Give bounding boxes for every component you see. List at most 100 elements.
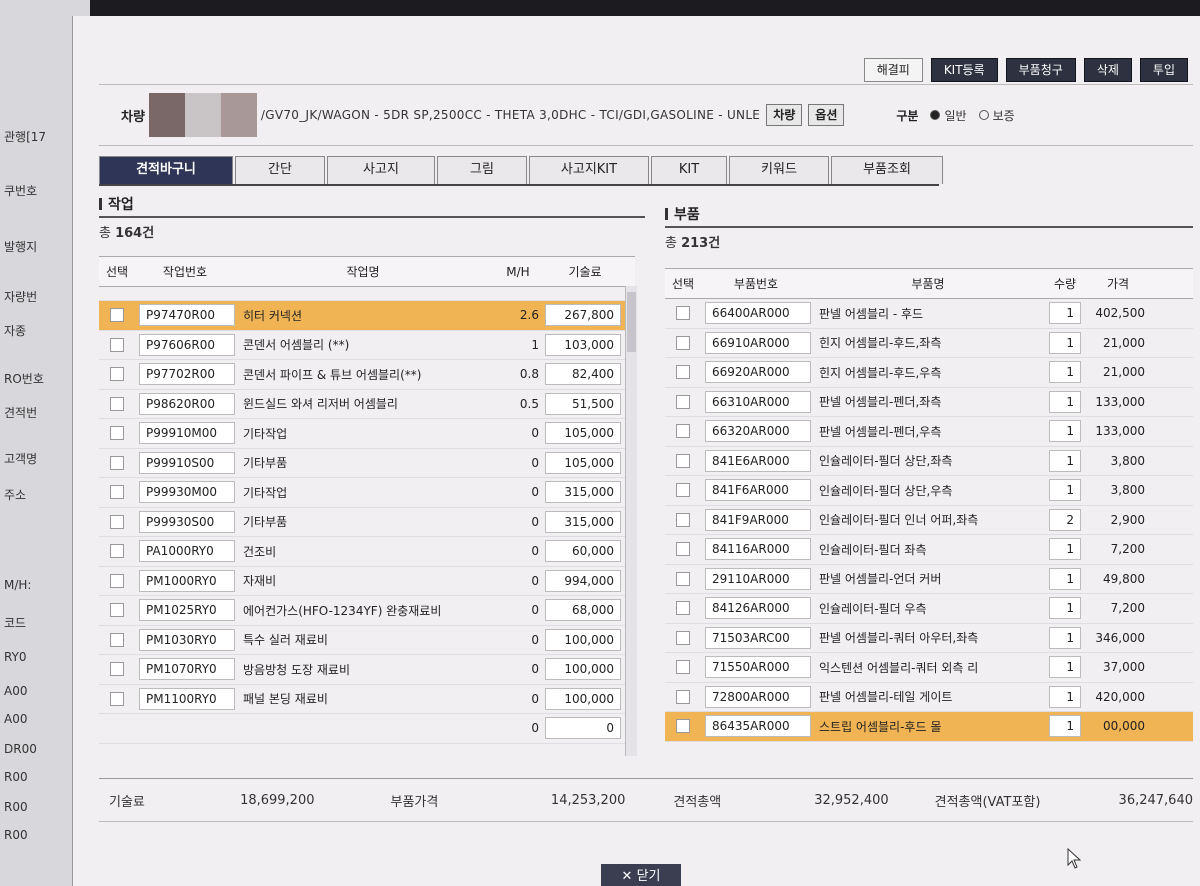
row-checkbox[interactable]: [665, 394, 701, 409]
parts-table-row[interactable]: 29110AR000 판넬 어셈블리-언더 커버 1 49,800: [665, 565, 1193, 594]
work-table-row[interactable]: 00: [99, 714, 635, 744]
checkbox-icon[interactable]: [110, 455, 124, 470]
row-checkbox[interactable]: [665, 453, 701, 468]
row-checkbox[interactable]: [665, 660, 701, 675]
part-qty-cell[interactable]: 1: [1045, 420, 1085, 443]
parts-table-row[interactable]: 66910AR000 힌지 어셈블리-후드,좌측 1 21,000: [665, 329, 1193, 358]
parts-table-row[interactable]: 66310AR000 판넬 어셈블리-펜더,좌측 1 133,000: [665, 388, 1193, 417]
row-checkbox[interactable]: [665, 335, 701, 350]
part-qty-cell[interactable]: 1: [1045, 331, 1085, 354]
part-qty-cell[interactable]: 1: [1045, 361, 1085, 384]
part-qty-cell[interactable]: 2: [1045, 508, 1085, 531]
row-checkbox[interactable]: [99, 308, 135, 323]
checkbox-icon[interactable]: [676, 719, 690, 734]
tab-kit[interactable]: KIT: [651, 156, 727, 184]
checkbox-icon[interactable]: [110, 367, 124, 382]
checkbox-icon[interactable]: [676, 306, 690, 321]
checkbox-icon[interactable]: [676, 601, 690, 616]
row-checkbox[interactable]: [99, 662, 135, 677]
part-qty-cell[interactable]: 1: [1045, 390, 1085, 413]
work-scrollbar[interactable]: [625, 286, 637, 756]
parts-table-row[interactable]: 72800AR000 판넬 어셈블리-테일 게이트 1 420,000: [665, 683, 1193, 712]
checkbox-icon[interactable]: [110, 662, 124, 677]
tab-keyword[interactable]: 키워드: [729, 156, 829, 184]
vehicle-button[interactable]: 차량: [766, 104, 803, 126]
close-button[interactable]: ✕ 닫기: [601, 864, 681, 886]
row-checkbox[interactable]: [99, 367, 135, 382]
row-checkbox[interactable]: [99, 603, 135, 618]
work-table-row[interactable]: P99930S00 기타부품 0 315,000: [99, 508, 635, 537]
work-table-row[interactable]: P97470R00 히터 커넥션 2.6 267,800: [99, 301, 635, 331]
part-qty-cell[interactable]: 1: [1045, 685, 1085, 708]
parts-table-row[interactable]: 841F9AR000 인슐레이터-필더 인너 어퍼,좌측 2 2,900: [665, 506, 1193, 535]
delete-button[interactable]: 삭제: [1083, 58, 1132, 82]
checkbox-icon[interactable]: [110, 632, 124, 647]
part-qty[interactable]: 1: [1049, 715, 1081, 738]
parts-table-row[interactable]: 841F6AR000 인슐레이터-필더 상단,우측 1 3,800: [665, 476, 1193, 506]
radio-insurance[interactable]: 보증: [978, 107, 1015, 124]
kit-register-button[interactable]: KIT등록: [930, 58, 998, 82]
work-table-row[interactable]: P99930M00 기타작업 0 315,000: [99, 478, 635, 508]
row-checkbox[interactable]: [665, 542, 701, 557]
tab-parts-lookup[interactable]: 부품조회: [831, 156, 943, 184]
row-checkbox[interactable]: [665, 483, 701, 498]
part-qty[interactable]: 1: [1049, 449, 1081, 472]
checkbox-icon[interactable]: [110, 544, 124, 559]
checkbox-icon[interactable]: [110, 337, 124, 352]
parts-table-row[interactable]: 841E6AR000 인슐레이터-필더 상단,좌측 1 3,800: [665, 447, 1193, 476]
row-checkbox[interactable]: [99, 632, 135, 647]
part-qty[interactable]: 1: [1049, 567, 1081, 590]
radio-normal[interactable]: 일반: [930, 107, 967, 124]
row-checkbox[interactable]: [99, 485, 135, 500]
part-qty-cell[interactable]: 1: [1045, 449, 1085, 472]
part-qty-cell[interactable]: 1: [1045, 656, 1085, 679]
part-qty-cell[interactable]: 1: [1045, 567, 1085, 590]
checkbox-icon[interactable]: [676, 335, 690, 350]
parts-table-row[interactable]: 86435AR000 스트립 어셈블리-후드 몰 1 00,000: [665, 712, 1193, 742]
tab-accident[interactable]: 사고지: [327, 156, 435, 184]
row-checkbox[interactable]: [665, 689, 701, 704]
row-checkbox[interactable]: [665, 306, 701, 321]
parts-table-row[interactable]: 66320AR000 판넬 어셈블리-펜더,우측 1 133,000: [665, 417, 1193, 447]
row-checkbox[interactable]: [665, 601, 701, 616]
checkbox-icon[interactable]: [676, 453, 690, 468]
part-qty[interactable]: 1: [1049, 331, 1081, 354]
row-checkbox[interactable]: [99, 455, 135, 470]
parts-table-row[interactable]: 71550AR000 익스텐션 어셈블리-쿼터 외측 리 1 37,000: [665, 653, 1193, 683]
part-qty[interactable]: 1: [1049, 626, 1081, 649]
row-checkbox[interactable]: [665, 630, 701, 645]
part-qty-cell[interactable]: 1: [1045, 538, 1085, 561]
checkbox-icon[interactable]: [676, 660, 690, 675]
checkbox-icon[interactable]: [110, 603, 124, 618]
part-qty[interactable]: 1: [1049, 597, 1081, 620]
work-table-row[interactable]: P97606R00 콘덴서 어셈블리 (**) 1 103,000: [99, 331, 635, 360]
checkbox-icon[interactable]: [676, 542, 690, 557]
work-table-row[interactable]: P98620R00 윈드실드 와셔 리저버 어셈블리 0.5 51,500: [99, 390, 635, 419]
work-table-row[interactable]: PM1025RY0 에어컨가스(HFO-1234YF) 완충재료비 0 68,000: [99, 596, 635, 626]
part-qty-cell[interactable]: 1: [1045, 302, 1085, 325]
tab-accident-kit[interactable]: 사고지KIT: [529, 156, 649, 184]
part-qty[interactable]: 1: [1049, 390, 1081, 413]
work-scrollbar-thumb[interactable]: [627, 292, 636, 352]
checkbox-icon[interactable]: [110, 573, 124, 588]
tab-estimate-basket[interactable]: 견적바구니: [99, 156, 233, 184]
checkbox-icon[interactable]: [110, 426, 124, 441]
row-checkbox[interactable]: [99, 691, 135, 706]
work-table-row[interactable]: PM1030RY0 특수 실러 재료비 0 100,000: [99, 626, 635, 655]
row-checkbox[interactable]: [99, 396, 135, 411]
row-checkbox[interactable]: [99, 544, 135, 559]
checkbox-icon[interactable]: [110, 485, 124, 500]
part-qty[interactable]: 1: [1049, 685, 1081, 708]
option-button[interactable]: 옵션: [808, 104, 845, 126]
part-qty[interactable]: 2: [1049, 508, 1081, 531]
part-qty[interactable]: 1: [1049, 420, 1081, 443]
row-checkbox[interactable]: [665, 424, 701, 439]
part-qty[interactable]: 1: [1049, 538, 1081, 561]
row-checkbox[interactable]: [665, 512, 701, 527]
row-checkbox[interactable]: [99, 426, 135, 441]
checkbox-icon[interactable]: [676, 630, 690, 645]
part-qty[interactable]: 1: [1049, 479, 1081, 502]
parts-request-button[interactable]: 부품청구: [1005, 58, 1076, 82]
checkbox-icon[interactable]: [676, 424, 690, 439]
tab-picture[interactable]: 그림: [437, 156, 527, 184]
